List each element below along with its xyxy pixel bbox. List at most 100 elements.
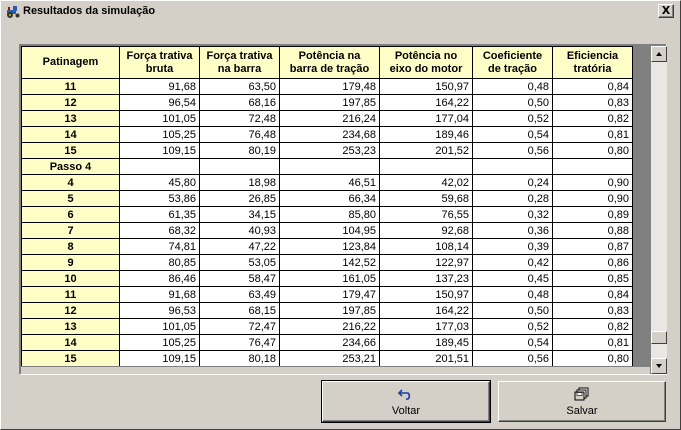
scroll-up-button[interactable] bbox=[651, 46, 667, 62]
table-cell[interactable]: 42,02 bbox=[379, 174, 473, 191]
table-cell[interactable]: 0,80 bbox=[552, 350, 633, 366]
table-cell[interactable]: 76,47 bbox=[199, 334, 280, 351]
table-cell[interactable]: 68,15 bbox=[199, 302, 280, 319]
table-cell[interactable]: 0,82 bbox=[552, 110, 633, 127]
table-cell[interactable]: 26,85 bbox=[199, 190, 280, 207]
row-header-cell[interactable]: 5 bbox=[21, 190, 120, 207]
table-cell[interactable]: 0,54 bbox=[472, 334, 553, 351]
table-cell[interactable] bbox=[199, 158, 280, 175]
table-cell[interactable]: 59,68 bbox=[379, 190, 473, 207]
column-header[interactable]: Potência na barra de tração bbox=[279, 46, 380, 79]
table-cell[interactable]: 0,24 bbox=[472, 174, 553, 191]
table-cell[interactable]: 0,28 bbox=[472, 190, 553, 207]
scroll-down-button[interactable] bbox=[651, 358, 667, 374]
table-row[interactable]: 12 96,54 68,16 197,85 164,22 0,50 0,83 bbox=[21, 94, 633, 111]
table-cell[interactable]: 101,05 bbox=[119, 110, 200, 127]
table-cell[interactable]: 177,03 bbox=[379, 318, 473, 335]
table-cell[interactable]: 68,32 bbox=[119, 222, 200, 239]
table-cell[interactable]: 105,25 bbox=[119, 126, 200, 143]
table-cell[interactable]: 80,19 bbox=[199, 142, 280, 159]
column-header[interactable]: Potência no eixo do motor bbox=[379, 46, 473, 79]
table-cell[interactable]: 58,47 bbox=[199, 270, 280, 287]
row-header-cell[interactable]: 12 bbox=[21, 94, 120, 111]
table-row[interactable]: 12 96,53 68,15 197,85 164,22 0,50 0,83 bbox=[21, 302, 633, 319]
table-cell[interactable]: 68,16 bbox=[199, 94, 280, 111]
table-cell[interactable]: 216,22 bbox=[279, 318, 380, 335]
table-cell[interactable]: 253,21 bbox=[279, 350, 380, 366]
table-cell[interactable]: 46,51 bbox=[279, 174, 380, 191]
table-cell[interactable] bbox=[472, 158, 553, 175]
table-cell[interactable]: 92,68 bbox=[379, 222, 473, 239]
table-cell[interactable]: 96,54 bbox=[119, 94, 200, 111]
table-row[interactable]: 5 53,86 26,85 66,34 59,68 0,28 0,90 bbox=[21, 190, 633, 207]
table-cell[interactable]: 85,80 bbox=[279, 206, 380, 223]
table-cell[interactable]: 0,88 bbox=[552, 222, 633, 239]
row-header-cell[interactable]: 14 bbox=[21, 126, 120, 143]
table-cell[interactable]: 234,66 bbox=[279, 334, 380, 351]
row-header-cell[interactable]: 12 bbox=[21, 302, 120, 319]
table-cell[interactable]: 86,46 bbox=[119, 270, 200, 287]
table-cell[interactable]: 197,85 bbox=[279, 302, 380, 319]
table-cell[interactable]: 101,05 bbox=[119, 318, 200, 335]
table-cell[interactable]: 0,87 bbox=[552, 238, 633, 255]
table-cell[interactable]: 0,85 bbox=[552, 270, 633, 287]
close-button[interactable]: X bbox=[658, 4, 674, 18]
table-cell[interactable]: 0,84 bbox=[552, 286, 633, 303]
table-row[interactable]: 13 101,05 72,47 216,22 177,03 0,52 0,82 bbox=[21, 318, 633, 335]
table-cell[interactable]: 234,68 bbox=[279, 126, 380, 143]
table-cell[interactable]: 0,48 bbox=[472, 78, 553, 95]
column-header[interactable]: Força trativa na barra bbox=[199, 46, 280, 79]
row-header-cell[interactable]: 4 bbox=[21, 174, 120, 191]
table-cell[interactable]: 201,52 bbox=[379, 142, 473, 159]
table-row[interactable]: 7 68,32 40,93 104,95 92,68 0,36 0,88 bbox=[21, 222, 633, 239]
table-cell[interactable]: 0,56 bbox=[472, 350, 553, 366]
table-cell[interactable]: 0,36 bbox=[472, 222, 553, 239]
table-cell[interactable]: 0,32 bbox=[472, 206, 553, 223]
table-row[interactable]: 9 80,85 53,05 142,52 122,97 0,42 0,86 bbox=[21, 254, 633, 271]
table-cell[interactable]: 150,97 bbox=[379, 286, 473, 303]
table-cell[interactable]: 40,93 bbox=[199, 222, 280, 239]
salvar-button[interactable]: Salvar bbox=[498, 381, 666, 422]
table-cell[interactable]: 72,47 bbox=[199, 318, 280, 335]
table-cell[interactable]: 0,50 bbox=[472, 94, 553, 111]
table-cell[interactable]: 216,24 bbox=[279, 110, 380, 127]
scroll-thumb[interactable] bbox=[651, 330, 667, 344]
table-cell[interactable]: 63,50 bbox=[199, 78, 280, 95]
table-row[interactable]: 15 109,15 80,18 253,21 201,51 0,56 0,80 bbox=[21, 350, 633, 366]
column-header[interactable]: Patinagem bbox=[21, 46, 120, 79]
table-cell[interactable]: 34,15 bbox=[199, 206, 280, 223]
table-cell[interactable]: 91,68 bbox=[119, 286, 200, 303]
table-cell[interactable]: 0,90 bbox=[552, 174, 633, 191]
row-header-cell[interactable]: 9 bbox=[21, 254, 120, 271]
table-cell[interactable]: 197,85 bbox=[279, 94, 380, 111]
table-row[interactable]: 11 91,68 63,49 179,47 150,97 0,48 0,84 bbox=[21, 286, 633, 303]
table-row[interactable]: Passo 4 bbox=[21, 158, 633, 175]
table-cell[interactable]: 0,82 bbox=[552, 318, 633, 335]
table-cell[interactable]: 109,15 bbox=[119, 142, 200, 159]
table-cell[interactable] bbox=[119, 158, 200, 175]
table-cell[interactable]: 150,97 bbox=[379, 78, 473, 95]
table-cell[interactable]: 63,49 bbox=[199, 286, 280, 303]
table-cell[interactable]: 47,22 bbox=[199, 238, 280, 255]
row-header-cell[interactable]: 13 bbox=[21, 110, 120, 127]
row-header-cell[interactable]: 7 bbox=[21, 222, 120, 239]
table-cell[interactable]: 0,83 bbox=[552, 302, 633, 319]
table-cell[interactable]: 0,52 bbox=[472, 110, 553, 127]
table-cell[interactable]: 179,47 bbox=[279, 286, 380, 303]
row-header-cell[interactable]: 6 bbox=[21, 206, 120, 223]
table-cell[interactable]: 0,52 bbox=[472, 318, 553, 335]
table-cell[interactable]: 53,05 bbox=[199, 254, 280, 271]
row-header-cell[interactable]: 15 bbox=[21, 350, 120, 366]
table-cell[interactable]: 0,83 bbox=[552, 94, 633, 111]
row-header-cell[interactable]: 11 bbox=[21, 286, 120, 303]
table-cell[interactable]: 0,90 bbox=[552, 190, 633, 207]
table-cell[interactable]: 177,04 bbox=[379, 110, 473, 127]
table-row[interactable]: 14 105,25 76,48 234,68 189,46 0,54 0,81 bbox=[21, 126, 633, 143]
table-cell[interactable]: 108,14 bbox=[379, 238, 473, 255]
table-cell[interactable]: 253,23 bbox=[279, 142, 380, 159]
table-row[interactable]: 11 91,68 63,50 179,48 150,97 0,48 0,84 bbox=[21, 78, 633, 95]
row-header-cell[interactable]: Passo 4 bbox=[21, 158, 120, 175]
table-cell[interactable]: 45,80 bbox=[119, 174, 200, 191]
table-row[interactable]: 15 109,15 80,19 253,23 201,52 0,56 0,80 bbox=[21, 142, 633, 159]
table-cell[interactable] bbox=[279, 158, 380, 175]
